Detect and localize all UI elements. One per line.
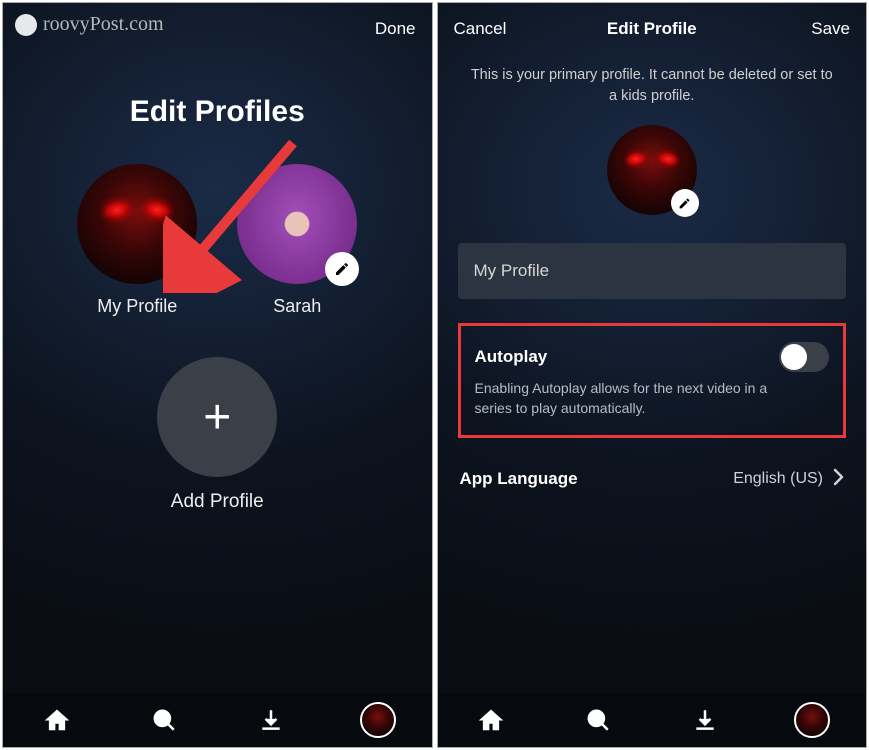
profile-name-input[interactable] — [458, 243, 847, 299]
plus-icon: + — [157, 357, 277, 477]
profile-avatar-editor[interactable] — [607, 125, 697, 215]
avatar-icon — [794, 702, 830, 738]
page-title: Edit Profile — [586, 19, 718, 39]
pencil-icon[interactable] — [325, 252, 359, 286]
avatar-icon — [360, 702, 396, 738]
header-bar: Cancel Edit Profile Save — [438, 3, 867, 55]
watermark-text: roovyPost.com — [43, 13, 164, 36]
profile-name: Sarah — [273, 296, 321, 317]
tab-home[interactable] — [471, 700, 511, 740]
add-profile-button[interactable]: + Add Profile — [157, 357, 277, 513]
tab-bar — [3, 693, 432, 747]
tab-profile[interactable] — [792, 700, 832, 740]
autoplay-toggle[interactable] — [779, 342, 829, 372]
tab-search[interactable] — [578, 700, 618, 740]
profile-name: My Profile — [97, 296, 177, 317]
watermark: roovyPost.com — [15, 13, 164, 36]
watermark-logo-icon — [15, 14, 37, 36]
tab-search[interactable] — [144, 700, 184, 740]
app-language-row[interactable]: App Language English (US) — [458, 462, 847, 497]
page-title: Edit Profiles — [130, 95, 305, 129]
primary-profile-note: This is your primary profile. It cannot … — [458, 65, 847, 107]
screen-edit-profiles: roovyPost.com Done Edit Profiles My Prof… — [2, 2, 433, 748]
tab-downloads[interactable] — [251, 700, 291, 740]
done-button[interactable]: Done — [375, 19, 416, 38]
save-button[interactable]: Save — [811, 19, 850, 38]
toggle-knob — [781, 344, 807, 370]
cancel-button[interactable]: Cancel — [454, 19, 507, 38]
add-profile-label: Add Profile — [171, 491, 264, 513]
autoplay-description: Enabling Autoplay allows for the next vi… — [475, 378, 775, 419]
app-language-value: English (US) — [733, 470, 823, 488]
profiles-row: My Profile Sarah — [77, 164, 357, 317]
screen1-content: Edit Profiles My Profile Sara — [3, 55, 432, 693]
profile-my-profile[interactable]: My Profile — [77, 164, 197, 317]
tab-downloads[interactable] — [685, 700, 725, 740]
autoplay-label: Autoplay — [475, 347, 548, 367]
autoplay-setting: Autoplay Enabling Autoplay allows for th… — [458, 323, 847, 438]
pencil-icon[interactable] — [165, 252, 199, 286]
profile-sarah[interactable]: Sarah — [237, 164, 357, 317]
app-language-label: App Language — [460, 469, 734, 489]
screen-edit-profile: Cancel Edit Profile Save This is your pr… — [437, 2, 868, 748]
screen2-content: This is your primary profile. It cannot … — [438, 55, 867, 693]
tab-home[interactable] — [37, 700, 77, 740]
tab-profile[interactable] — [358, 700, 398, 740]
chevron-right-icon — [833, 468, 844, 491]
tab-bar — [438, 693, 867, 747]
pencil-icon[interactable] — [671, 189, 699, 217]
